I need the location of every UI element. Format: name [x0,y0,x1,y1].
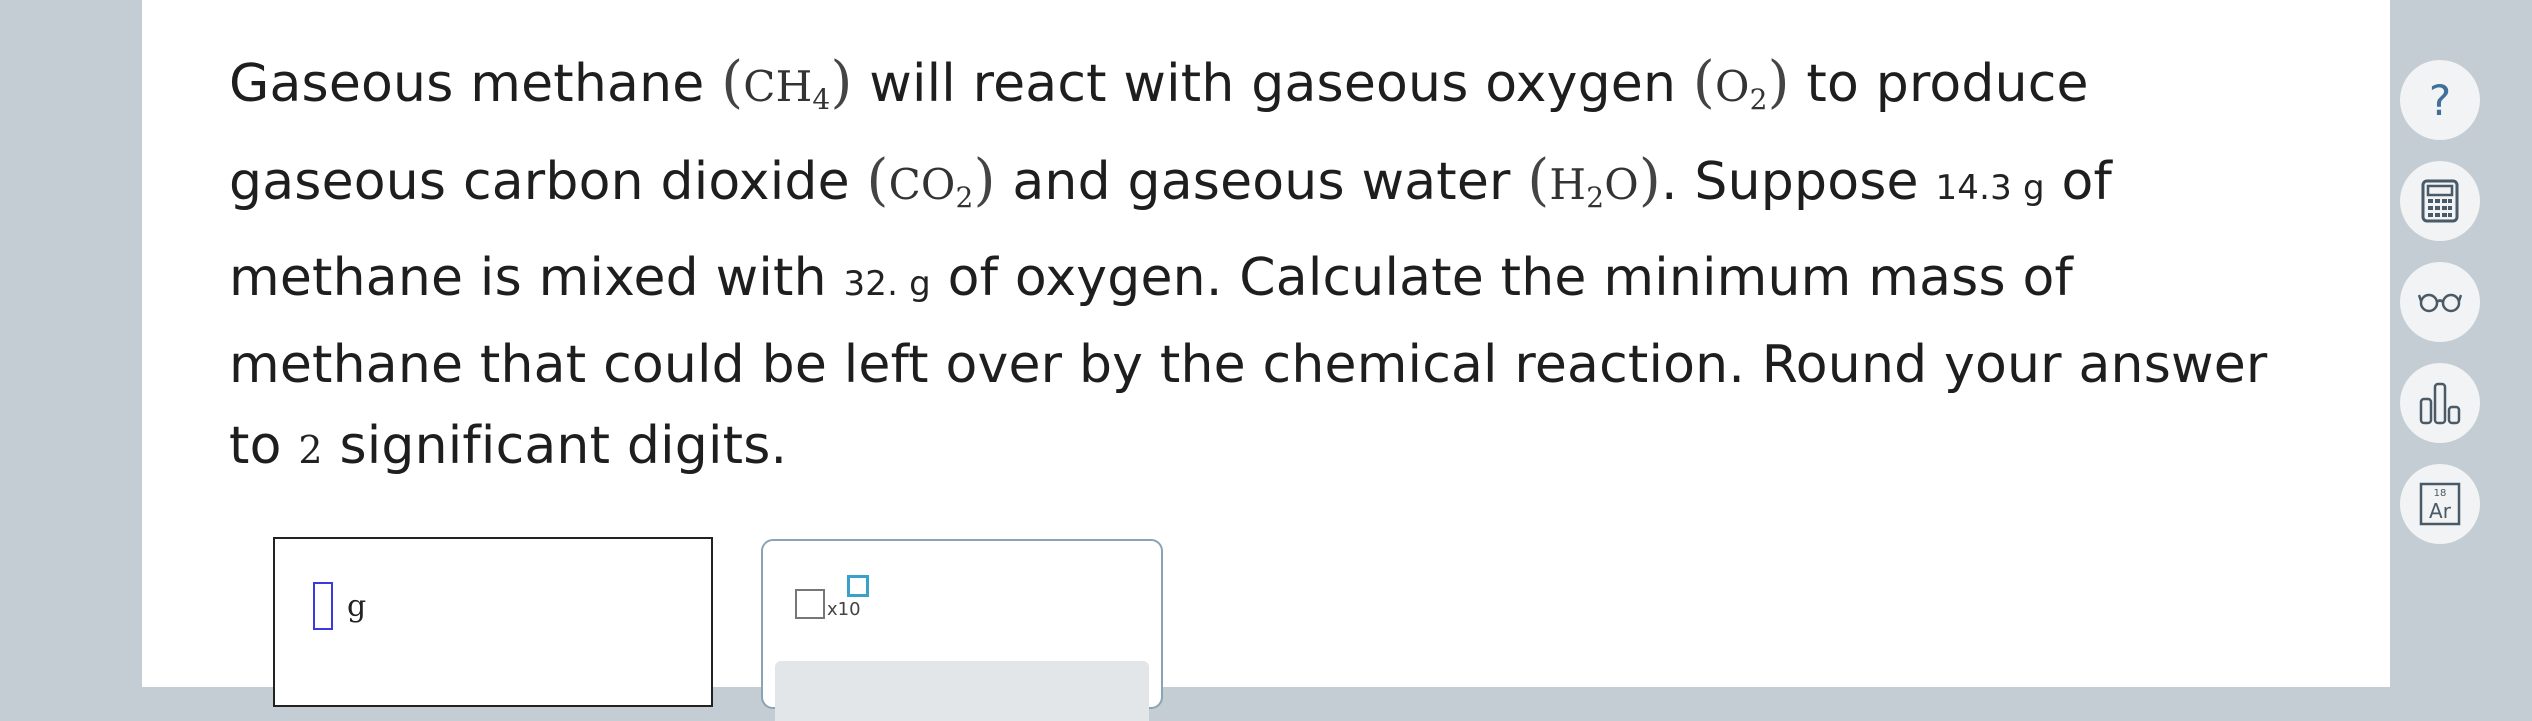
math-palette: x10 [761,539,1163,721]
question-text-part: Gaseous methane [229,54,722,114]
palette-action-bar [775,661,1149,721]
methane-formula: (CH4) [721,50,853,116]
question-text: Gaseous methane (CH4) will react with ga… [229,42,2309,491]
reading-glasses-button[interactable] [2400,262,2480,342]
carbon-dioxide-formula: (CO2) [866,148,996,214]
oxygen-formula: (O2) [1692,50,1790,116]
tool-sidebar: ? 18 Ar [2400,60,2480,565]
periodic-table-icon: 18 Ar [2419,482,2461,526]
glasses-icon [2418,293,2462,313]
sci-base-box-icon [795,589,825,619]
answer-input[interactable]: g [273,537,713,707]
answer-unit: g [347,589,367,624]
question-text-part: and gaseous water [995,152,1528,212]
periodic-table-symbol: Ar [2429,499,2452,523]
sci-exponent-box-icon [847,575,869,597]
help-button[interactable]: ? [2400,60,2480,140]
significant-digits-value: 2 [298,428,323,472]
question-text-part: will react with gaseous oxygen [852,54,1693,114]
oxygen-mass-value: 32. g [843,264,931,304]
methane-mass-value: 14.3 g [1935,168,2045,208]
calculator-icon [2421,179,2459,223]
water-formula: (H2O) [1527,148,1661,214]
scientific-notation-button[interactable]: x10 [795,575,885,635]
question-text-part: significant digits. [322,416,788,476]
answer-cursor-box[interactable] [313,582,333,630]
periodic-table-button[interactable]: 18 Ar [2400,464,2480,544]
bar-chart-icon [2419,382,2461,425]
question-text-part: . Suppose [1660,152,1936,212]
sci-x10-label: x10 [827,599,861,620]
periodic-table-number: 18 [2434,488,2447,499]
question-icon: ? [2428,75,2452,125]
calculator-button[interactable] [2400,161,2480,241]
data-button[interactable] [2400,363,2480,443]
